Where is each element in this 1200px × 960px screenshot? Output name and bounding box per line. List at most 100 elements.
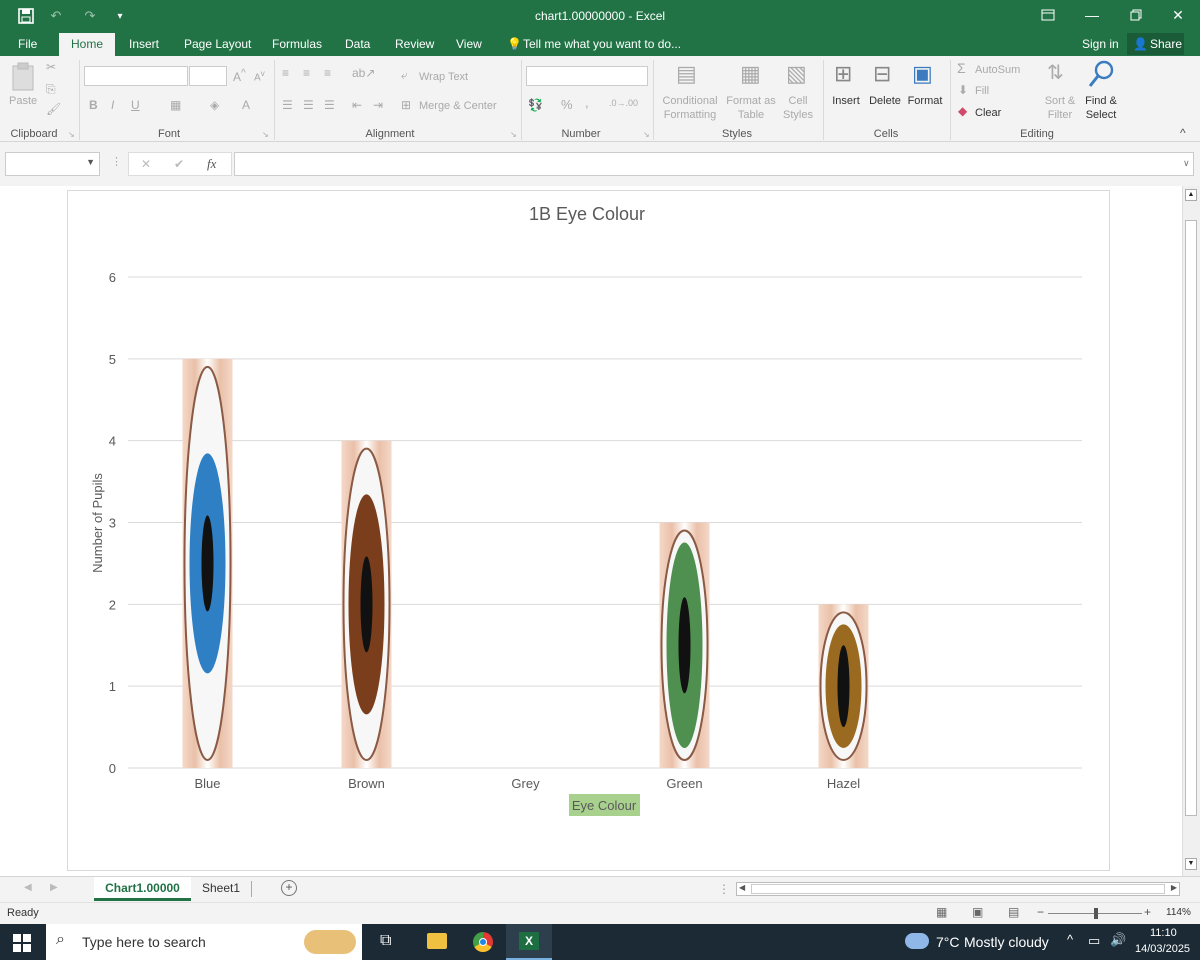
normal-view-icon[interactable]: ▦ <box>936 905 947 919</box>
hscroll-thumb[interactable] <box>751 884 1165 894</box>
underline-button[interactable]: U <box>131 98 140 112</box>
increase-decimal-icon[interactable]: .0→.00 <box>609 98 638 108</box>
insert-cells-button[interactable]: Insert <box>828 94 864 108</box>
fill-button[interactable]: Fill <box>975 84 989 98</box>
tab-view[interactable]: View <box>456 37 482 51</box>
chrome-icon[interactable] <box>473 932 493 952</box>
weather-text[interactable]: Mostly cloudy <box>964 934 1049 950</box>
format-cells-button[interactable]: Format <box>905 94 945 108</box>
increase-indent-icon[interactable]: ⇥ <box>373 98 383 112</box>
find-select-button[interactable]: Find & Select <box>1080 94 1122 122</box>
bold-button[interactable]: B <box>89 98 98 112</box>
align-bottom-icon[interactable]: ≡ <box>324 66 331 80</box>
format-as-table-button[interactable]: Format as Table <box>725 94 777 122</box>
page-layout-view-icon[interactable]: ▣ <box>972 905 983 919</box>
sheet-tab-chart1[interactable]: Chart1.00000 <box>94 877 191 901</box>
clock-time[interactable]: 11:10 <box>1150 927 1177 939</box>
restore-icon[interactable] <box>1114 0 1158 30</box>
scroll-thumb[interactable] <box>1185 220 1197 816</box>
paste-button[interactable]: Paste <box>9 94 37 108</box>
file-explorer-icon[interactable] <box>427 933 447 949</box>
network-icon[interactable]: ▭ <box>1088 933 1100 949</box>
hscroll-right-icon[interactable]: ▶ <box>1171 883 1177 892</box>
increase-font-icon[interactable]: A^ <box>233 68 246 84</box>
align-left-icon[interactable]: ☰ <box>282 98 293 112</box>
tab-scroll-right-icon[interactable]: ▶ <box>50 882 58 893</box>
scroll-down-icon[interactable]: ▼ <box>1185 858 1197 870</box>
vertical-scrollbar[interactable]: ▲ ▼ <box>1182 186 1200 876</box>
tab-scroll-left-icon[interactable]: ◀ <box>24 882 32 893</box>
temperature[interactable]: 7°C <box>936 934 960 950</box>
ribbon-display-icon[interactable] <box>1026 0 1070 30</box>
tab-formulas[interactable]: Formulas <box>272 37 322 51</box>
number-format-combo[interactable] <box>526 66 648 86</box>
chart-title[interactable]: 1B Eye Colour <box>529 204 645 224</box>
expand-formula-icon[interactable]: ∨ <box>1183 158 1190 169</box>
wrap-text-button[interactable]: Wrap Text <box>419 70 468 84</box>
sort-filter-button[interactable]: Sort & Filter <box>1040 94 1080 122</box>
horizontal-scrollbar[interactable]: ◀ ▶ <box>736 882 1180 896</box>
font-size-combo[interactable] <box>189 66 227 86</box>
currency-icon[interactable]: 💱 <box>528 98 543 112</box>
borders-icon[interactable]: ▦ <box>170 98 181 112</box>
paste-icon[interactable] <box>10 62 38 95</box>
cell-styles-button[interactable]: Cell Styles <box>778 94 818 122</box>
close-icon[interactable]: ✕ <box>1156 0 1200 30</box>
merge-center-button[interactable]: Merge & Center <box>419 99 497 113</box>
task-view-icon[interactable]: ⧉ <box>380 932 391 950</box>
formula-input[interactable] <box>234 152 1194 176</box>
scroll-up-icon[interactable]: ▲ <box>1185 189 1197 201</box>
collapse-ribbon-icon[interactable]: ^ <box>1180 126 1186 140</box>
chart-area[interactable]: 0 1 2 3 4 5 6 Blue Brown Grey Green Hazel 1B Eye Co… <box>67 190 1110 871</box>
volume-icon[interactable]: 🔊 <box>1110 932 1126 948</box>
tab-review[interactable]: Review <box>395 37 434 51</box>
minimize-icon[interactable]: — <box>1070 0 1114 30</box>
enter-icon[interactable]: ✔ <box>174 157 184 171</box>
tray-chevron-icon[interactable]: ^ <box>1067 932 1073 947</box>
decrease-font-icon[interactable]: Av <box>254 68 265 83</box>
windows-start-icon[interactable] <box>13 934 31 955</box>
zoom-level[interactable]: 114% <box>1166 907 1191 918</box>
align-right-icon[interactable]: ☰ <box>324 98 335 112</box>
y-axis-title[interactable]: Number of Pupils <box>90 473 105 573</box>
tab-home[interactable]: Home <box>59 33 115 56</box>
insert-function-icon[interactable]: fx <box>207 156 216 172</box>
alignment-launcher-icon[interactable]: ↘ <box>510 130 517 139</box>
tell-me-box[interactable]: Tell me what you want to do... <box>523 37 681 51</box>
fill-color-icon[interactable]: ◈ <box>210 98 219 112</box>
name-box[interactable]: ▼ <box>5 152 100 176</box>
add-sheet-icon[interactable]: + <box>281 880 297 896</box>
x-axis-title[interactable]: Eye Colour <box>572 798 637 813</box>
clear-button[interactable]: Clear <box>975 106 1001 120</box>
zoom-out-icon[interactable]: − <box>1037 905 1044 919</box>
clock-date[interactable]: 14/03/2025 <box>1135 943 1190 955</box>
taskbar-search-box[interactable]: ⌕ Type here to search <box>46 924 362 960</box>
align-top-icon[interactable]: ≡ <box>282 66 289 80</box>
sign-in-link[interactable]: Sign in <box>1082 37 1119 51</box>
tab-page-layout[interactable]: Page Layout <box>184 37 251 51</box>
number-launcher-icon[interactable]: ↘ <box>643 130 650 139</box>
tab-data[interactable]: Data <box>345 37 370 51</box>
copy-icon[interactable]: ⎘ <box>46 82 56 97</box>
conditional-formatting-button[interactable]: Conditional Formatting <box>658 94 722 122</box>
zoom-in-icon[interactable]: + <box>1144 905 1151 919</box>
page-break-view-icon[interactable]: ▤ <box>1008 905 1019 919</box>
delete-cells-button[interactable]: Delete <box>867 94 903 108</box>
cut-icon[interactable]: ✂ <box>46 60 56 74</box>
autosum-button[interactable]: AutoSum <box>975 63 1020 77</box>
drag-handle-icon[interactable]: ⋮ <box>111 155 122 168</box>
font-name-combo[interactable] <box>84 66 188 86</box>
font-color-icon[interactable]: A <box>242 98 250 112</box>
font-launcher-icon[interactable]: ↘ <box>262 130 269 139</box>
decrease-indent-icon[interactable]: ⇤ <box>352 98 362 112</box>
italic-button[interactable]: I <box>111 98 114 112</box>
sheet-tab-sheet1[interactable]: Sheet1 <box>196 881 246 895</box>
orientation-icon[interactable]: ab↗ <box>352 66 375 80</box>
excel-taskbar-button[interactable]: X <box>506 924 552 960</box>
tab-file[interactable]: File <box>18 37 37 51</box>
name-box-dropdown-icon[interactable]: ▼ <box>86 157 95 167</box>
format-painter-icon[interactable]: 🖌 <box>46 102 61 116</box>
clipboard-launcher-icon[interactable]: ↘ <box>68 130 75 139</box>
tab-insert[interactable]: Insert <box>129 37 159 51</box>
cancel-icon[interactable]: ✕ <box>141 157 151 171</box>
